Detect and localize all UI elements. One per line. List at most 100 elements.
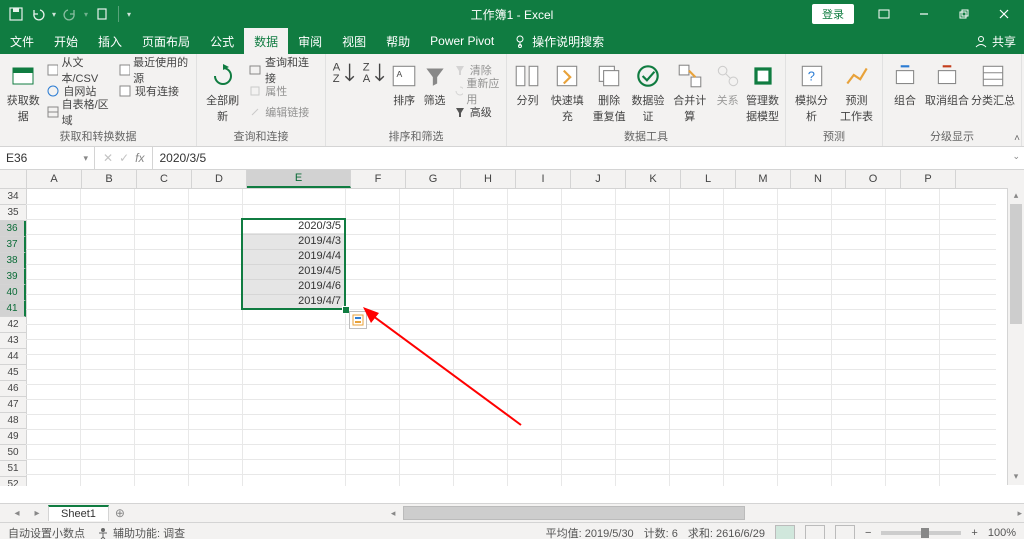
col-header-J[interactable]: J xyxy=(571,170,626,188)
col-header-E[interactable]: E xyxy=(247,170,351,188)
what-if[interactable]: ?模拟分析 xyxy=(790,56,833,124)
col-header-G[interactable]: G xyxy=(406,170,461,188)
page-break-view-icon[interactable] xyxy=(835,525,855,539)
row-header[interactable]: 38 xyxy=(0,253,26,269)
vertical-scrollbar[interactable]: ▴ ▾ xyxy=(1007,188,1024,485)
touch-mode-icon[interactable] xyxy=(94,6,110,22)
page-layout-view-icon[interactable] xyxy=(805,525,825,539)
horizontal-scrollbar[interactable]: ◂ ▸ xyxy=(389,504,1024,522)
col-header-N[interactable]: N xyxy=(791,170,846,188)
tell-me[interactable]: 操作说明搜索 xyxy=(504,28,614,54)
from-text-csv[interactable]: 从文本/CSV xyxy=(44,60,114,80)
confirm-icon[interactable]: ✓ xyxy=(119,151,129,165)
cancel-icon[interactable]: ✕ xyxy=(103,151,113,165)
normal-view-icon[interactable] xyxy=(775,525,795,539)
ungroup-button[interactable]: 取消组合 xyxy=(925,56,969,108)
row-header[interactable]: 34 xyxy=(0,189,26,205)
col-header-I[interactable]: I xyxy=(516,170,571,188)
existing-connections[interactable]: 现有连接 xyxy=(116,81,192,101)
undo-icon[interactable] xyxy=(30,6,46,22)
sort-az-button[interactable]: AZ xyxy=(330,56,358,82)
col-header-O[interactable]: O xyxy=(846,170,901,188)
menu-Power Pivot[interactable]: Power Pivot xyxy=(420,28,504,54)
subtotal-button[interactable]: 分类汇总 xyxy=(971,56,1015,108)
cell-value[interactable]: 2019/4/3 xyxy=(242,234,345,249)
menu-页面布局[interactable]: 页面布局 xyxy=(132,28,200,54)
zoom-slider[interactable] xyxy=(881,531,961,535)
sheet-tab[interactable]: Sheet1 xyxy=(48,505,109,521)
cell-value[interactable]: 2019/4/5 xyxy=(242,264,345,279)
consolidate[interactable]: 合并计算 xyxy=(668,56,711,124)
group-button[interactable]: 组合 xyxy=(887,56,923,108)
sign-in-button[interactable]: 登录 xyxy=(812,4,854,24)
col-header-B[interactable]: B xyxy=(82,170,137,188)
menu-视图[interactable]: 视图 xyxy=(332,28,376,54)
sort-button[interactable]: A排序 xyxy=(390,56,418,108)
name-box[interactable]: E36▾ xyxy=(0,147,95,169)
remove-duplicates[interactable]: 删除 重复值 xyxy=(591,56,628,124)
col-header-A[interactable]: A xyxy=(27,170,82,188)
row-header[interactable]: 48 xyxy=(0,413,26,429)
new-sheet-icon[interactable]: ⊕ xyxy=(111,506,129,520)
row-header[interactable]: 39 xyxy=(0,269,26,285)
redo-icon[interactable] xyxy=(62,6,78,22)
tab-nav-next-icon[interactable]: ▸ xyxy=(28,508,46,519)
row-header[interactable]: 51 xyxy=(0,461,26,477)
cell-value[interactable]: 2019/4/7 xyxy=(242,294,345,309)
zoom-level[interactable]: 100% xyxy=(988,527,1016,539)
spreadsheet-grid[interactable]: ABCDEFGHIJKLMNOP 34353637383940414243444… xyxy=(0,170,1024,503)
cell-value[interactable]: 2019/4/4 xyxy=(242,249,345,264)
get-data-button[interactable]: 获取数 据 xyxy=(4,56,42,124)
cell-value[interactable]: 2020/3/5 xyxy=(242,219,345,234)
text-to-columns[interactable]: 分列 xyxy=(511,56,544,108)
from-table[interactable]: 自表格/区域 xyxy=(44,102,114,122)
row-header[interactable]: 44 xyxy=(0,349,26,365)
menu-审阅[interactable]: 审阅 xyxy=(288,28,332,54)
recent-sources[interactable]: 最近使用的源 xyxy=(116,60,192,80)
row-header[interactable]: 35 xyxy=(0,205,26,221)
auto-fill-options-icon[interactable] xyxy=(349,311,367,329)
row-header[interactable]: 43 xyxy=(0,333,26,349)
formula-input[interactable]: 2020/3/5 xyxy=(153,151,1024,165)
filter-button[interactable]: 筛选 xyxy=(420,56,448,108)
row-header[interactable]: 52 xyxy=(0,477,26,486)
row-header[interactable]: 37 xyxy=(0,237,26,253)
sort-za-button[interactable]: ZA xyxy=(360,56,388,82)
col-header-M[interactable]: M xyxy=(736,170,791,188)
menu-文件[interactable]: 文件 xyxy=(0,28,44,54)
fx-icon[interactable]: fx xyxy=(135,151,144,165)
col-header-C[interactable]: C xyxy=(137,170,192,188)
col-header-K[interactable]: K xyxy=(626,170,681,188)
menu-开始[interactable]: 开始 xyxy=(44,28,88,54)
row-header[interactable]: 46 xyxy=(0,381,26,397)
forecast-sheet[interactable]: 预测 工作表 xyxy=(835,56,878,124)
col-header-F[interactable]: F xyxy=(351,170,406,188)
collapse-ribbon-icon[interactable]: ˄ xyxy=(1014,133,1020,144)
row-header[interactable]: 50 xyxy=(0,445,26,461)
row-header[interactable]: 42 xyxy=(0,317,26,333)
share-button[interactable]: 共享 xyxy=(992,33,1016,50)
tab-nav-prev-icon[interactable]: ◂ xyxy=(8,508,26,519)
menu-公式[interactable]: 公式 xyxy=(200,28,244,54)
zoom-in-icon[interactable]: + xyxy=(971,527,977,539)
row-header[interactable]: 47 xyxy=(0,397,26,413)
select-all-corner[interactable] xyxy=(0,170,27,188)
col-header-P[interactable]: P xyxy=(901,170,956,188)
expand-formula-bar-icon[interactable]: ⌄ xyxy=(1012,151,1020,162)
row-header[interactable]: 41 xyxy=(0,301,26,317)
row-header[interactable]: 49 xyxy=(0,429,26,445)
menu-数据[interactable]: 数据 xyxy=(244,28,288,54)
data-model[interactable]: 管理数 据模型 xyxy=(744,56,781,124)
restore-icon[interactable] xyxy=(944,0,984,28)
menu-插入[interactable]: 插入 xyxy=(88,28,132,54)
close-icon[interactable] xyxy=(984,0,1024,28)
row-header[interactable]: 40 xyxy=(0,285,26,301)
row-header[interactable]: 36 xyxy=(0,221,26,237)
data-validation[interactable]: 数据验 证 xyxy=(630,56,667,124)
col-header-D[interactable]: D xyxy=(192,170,247,188)
cell-value[interactable]: 2019/4/6 xyxy=(242,279,345,294)
row-header[interactable]: 45 xyxy=(0,365,26,381)
minimize-icon[interactable] xyxy=(904,0,944,28)
refresh-all-button[interactable]: 全部刷 新 xyxy=(201,56,244,124)
zoom-out-icon[interactable]: − xyxy=(865,527,871,539)
